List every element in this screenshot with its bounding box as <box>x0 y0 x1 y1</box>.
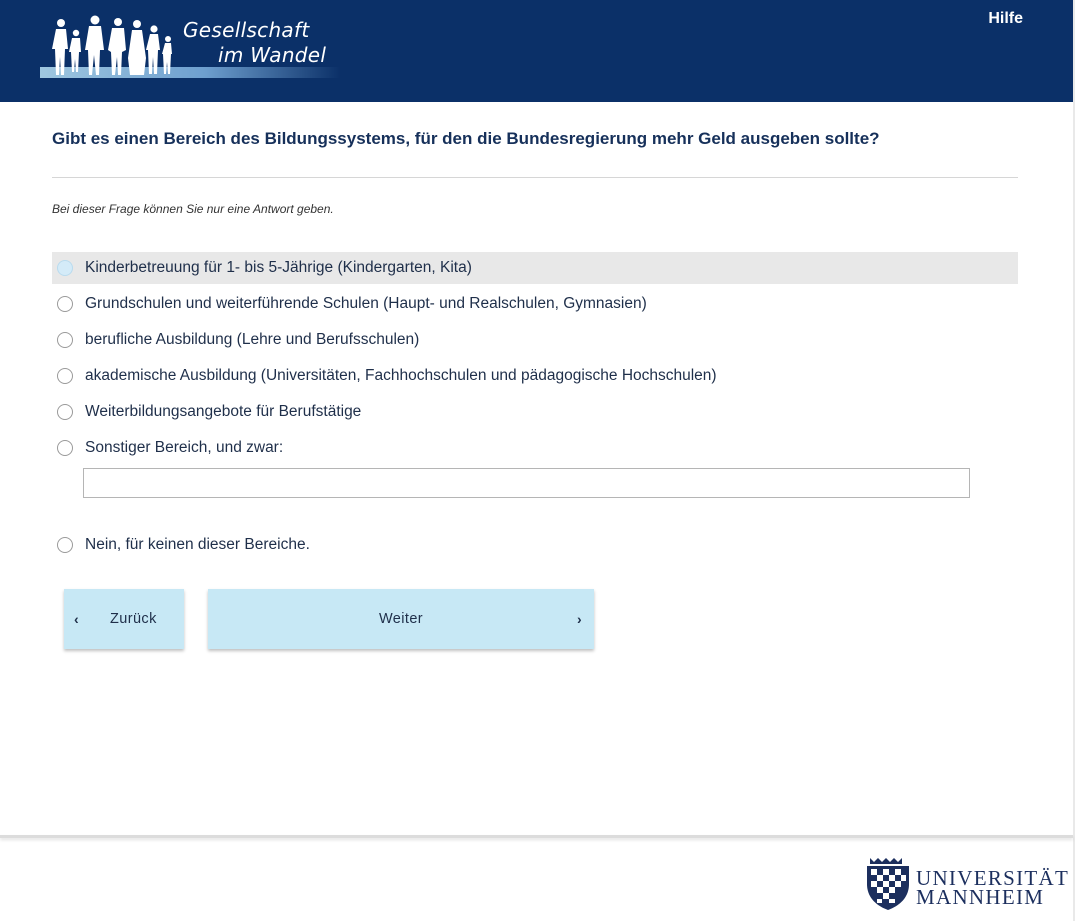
back-button-label: Zurück <box>110 611 157 627</box>
option-label: Grundschulen und weiterführende Schulen … <box>85 295 647 312</box>
option-keiner[interactable]: Nein, für keinen dieser Bereiche. <box>52 529 1018 561</box>
option-label: berufliche Ausbildung (Lehre und Berufss… <box>85 331 420 348</box>
gesellschaft-im-wandel-logo: Gesellschaft im Wandel <box>40 13 340 79</box>
help-link[interactable]: Hilfe <box>988 10 1023 28</box>
option-label: Sonstiger Bereich, und zwar: <box>85 439 284 456</box>
option-label: Weiterbildungsangebote für Berufstätige <box>85 403 362 420</box>
logo-text-line2: im Wandel <box>218 43 327 67</box>
header-bar: Gesellschaft im Wandel Hilfe <box>0 0 1073 102</box>
option-schulen[interactable]: Grundschulen und weiterführende Schulen … <box>52 288 1018 320</box>
radio-button[interactable] <box>57 260 73 276</box>
radio-button[interactable] <box>57 537 73 553</box>
question-title: Gibt es einen Bereich des Bildungssystem… <box>52 129 880 148</box>
radio-button[interactable] <box>57 404 73 420</box>
university-name-line2: MANNHEIM <box>916 885 1045 909</box>
divider <box>52 177 1018 178</box>
option-label: akademische Ausbildung (Universitäten, F… <box>85 367 717 384</box>
option-weiterbildung[interactable]: Weiterbildungsangebote für Berufstätige <box>52 396 1018 428</box>
radio-button[interactable] <box>57 332 73 348</box>
chevron-right-icon: › <box>576 611 582 627</box>
footer-divider <box>0 835 1073 838</box>
university-crest-icon <box>867 858 909 910</box>
back-button[interactable]: ‹ Zurück <box>64 589 184 649</box>
option-label: Nein, für keinen dieser Bereiche. <box>85 536 310 553</box>
option-label: Kinderbetreuung für 1- bis 5-Jährige (Ki… <box>85 259 472 276</box>
other-area-input[interactable] <box>83 468 970 498</box>
option-akademische-ausbildung[interactable]: akademische Ausbildung (Universitäten, F… <box>52 360 1018 392</box>
university-mannheim-logo: UNIVERSITÄT MANNHEIM <box>862 854 1068 912</box>
radio-button[interactable] <box>57 296 73 312</box>
answer-hint: Bei dieser Frage können Sie nur eine Ant… <box>52 202 334 216</box>
next-button[interactable]: Weiter › <box>208 589 594 649</box>
chevron-left-icon: ‹ <box>74 611 80 627</box>
option-sonstiger-bereich[interactable]: Sonstiger Bereich, und zwar: <box>52 432 1018 464</box>
logo-text-line1: Gesellschaft <box>183 18 310 42</box>
next-button-label: Weiter <box>378 611 424 627</box>
radio-button[interactable] <box>57 368 73 384</box>
radio-button[interactable] <box>57 440 73 456</box>
option-kinderbetreuung[interactable]: Kinderbetreuung für 1- bis 5-Jährige (Ki… <box>52 252 1018 284</box>
option-berufliche-ausbildung[interactable]: berufliche Ausbildung (Lehre und Berufss… <box>52 324 1018 356</box>
